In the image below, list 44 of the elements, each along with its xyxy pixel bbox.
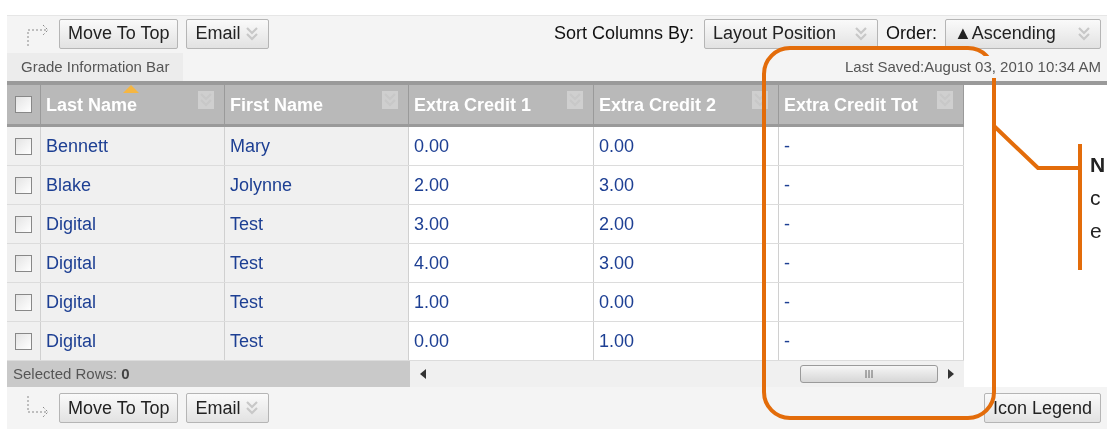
- table-cell: Bennett: [41, 127, 225, 165]
- scroll-thumb[interactable]: [800, 365, 938, 383]
- icon-legend-button[interactable]: Icon Legend: [983, 393, 1101, 423]
- move-to-top-button[interactable]: Move To Top: [59, 18, 179, 49]
- checkbox[interactable]: [15, 215, 32, 233]
- checkbox[interactable]: [15, 293, 32, 311]
- sort-columns-dropdown[interactable]: Layout Position: [704, 18, 878, 49]
- email-menu-button[interactable]: Email: [186, 18, 270, 49]
- table-cell: Test: [225, 244, 409, 282]
- scroll-right-icon[interactable]: [948, 369, 954, 379]
- table-cell: Digital: [41, 322, 225, 360]
- selected-rows-text: Selected Rows: 0: [7, 361, 410, 387]
- horizontal-scrollbar[interactable]: [410, 361, 964, 387]
- table-cell: Digital: [41, 205, 225, 243]
- table-cell: Test: [225, 322, 409, 360]
- table-cell: Jolynne: [225, 166, 409, 204]
- sort-arrow-icon: [123, 85, 139, 93]
- table-cell: Mary: [225, 127, 409, 165]
- chevron-down-icon: [1076, 24, 1092, 43]
- email-menu-button[interactable]: Email: [186, 393, 270, 423]
- chevron-down-icon: [853, 24, 869, 43]
- callout-text: e: [1090, 218, 1102, 244]
- table-cell: Digital: [41, 244, 225, 282]
- last-saved-text: Last Saved:August 03, 2010 10:34 AM: [844, 56, 1101, 78]
- table-cell: Digital: [41, 283, 225, 321]
- move-to-top-button[interactable]: Move To Top: [59, 393, 179, 423]
- callout-text: N: [1090, 152, 1106, 178]
- callout-text: c: [1090, 185, 1101, 211]
- checkbox[interactable]: [15, 254, 32, 272]
- checkbox[interactable]: [15, 137, 32, 155]
- checkbox[interactable]: [15, 96, 32, 113]
- scroll-left-icon[interactable]: [420, 369, 426, 379]
- order-dropdown[interactable]: ▲Ascending: [945, 18, 1101, 49]
- table-cell: Blake: [41, 166, 225, 204]
- grade-information-tab[interactable]: Grade Information Bar: [7, 53, 184, 81]
- checkbox[interactable]: [15, 332, 32, 350]
- table-cell: Test: [225, 205, 409, 243]
- chevron-down-icon: [244, 399, 261, 417]
- grip-icon: [864, 370, 874, 378]
- table-cell: Test: [225, 283, 409, 321]
- order-label: Order:: [886, 22, 937, 45]
- chevron-down-icon: [244, 24, 261, 43]
- sort-columns-label: Sort Columns By:: [553, 22, 694, 45]
- checkbox[interactable]: [15, 176, 32, 194]
